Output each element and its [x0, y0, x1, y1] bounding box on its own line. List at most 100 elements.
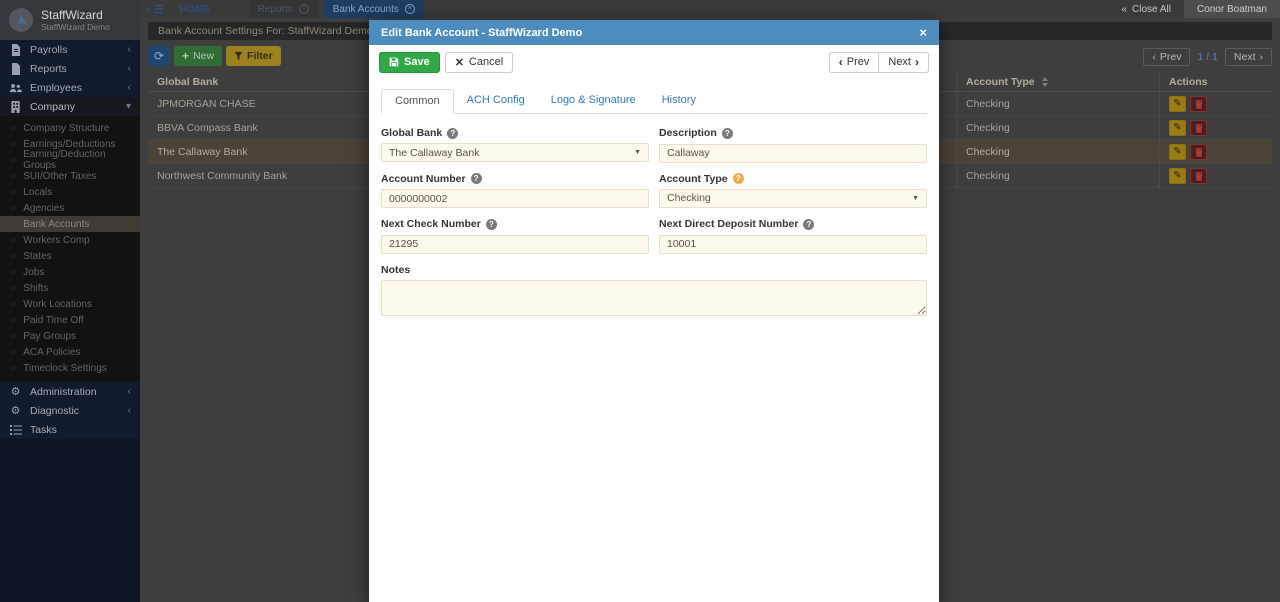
field-label: Account Type	[659, 172, 728, 185]
tab-logo-signature[interactable]: Logo & Signature	[538, 89, 649, 114]
trash-icon	[1195, 147, 1202, 157]
modal-close-icon[interactable]: ×	[919, 25, 927, 40]
close-all-button[interactable]: « Close All	[1108, 4, 1183, 15]
account-number-input[interactable]	[381, 189, 649, 208]
tab-ach-config[interactable]: ACH Config	[454, 89, 538, 114]
modal-next-button[interactable]: Next ›	[878, 51, 929, 73]
field-label: Account Number	[381, 172, 466, 185]
help-icon[interactable]	[470, 173, 482, 184]
sidebar-collapse-button[interactable]: ‹ ☰	[140, 3, 172, 16]
refresh-button[interactable]: ⟳	[148, 46, 170, 66]
x-icon: ✕	[454, 56, 464, 69]
task-list-icon	[9, 424, 22, 435]
sidebar-item-tasks[interactable]: Tasks	[0, 420, 140, 439]
chevron-left-icon: ‹	[127, 385, 131, 397]
filter-button[interactable]: Filter	[226, 46, 281, 66]
chevron-left-icon: ‹	[127, 62, 131, 74]
caret-down-icon: ▼	[912, 194, 919, 202]
delete-row-button[interactable]	[1190, 119, 1207, 136]
sidebar-item-payrolls[interactable]: Payrolls ‹	[0, 40, 140, 59]
circle-bullet-icon: ○	[11, 172, 16, 180]
user-menu-button[interactable]: Conor Boatman	[1183, 0, 1280, 18]
file-icon	[9, 62, 22, 75]
sidebar-subitem-locals[interactable]: ○ Locals	[0, 184, 140, 200]
plus-icon: +	[182, 49, 190, 63]
sidebar-item-employees[interactable]: Employees ‹	[0, 78, 140, 97]
edit-row-button[interactable]: ✎	[1169, 95, 1186, 112]
field-account-number: Account Number	[381, 172, 649, 208]
page-indicator: 1 / 1	[1197, 51, 1218, 63]
sidebar-subitem-bank-accounts[interactable]: ○ Bank Accounts	[0, 216, 140, 232]
cancel-button[interactable]: ✕ Cancel	[444, 51, 514, 73]
prev-page-button[interactable]: ‹ Prev	[1143, 48, 1191, 66]
chevron-left-icon: ‹	[1152, 51, 1156, 63]
sidebar-subitem-pay-groups[interactable]: ○ Pay Groups	[0, 328, 140, 344]
caret-down-icon: ▼	[634, 149, 641, 156]
circle-bullet-icon: ○	[11, 300, 16, 308]
sidebar-item-company[interactable]: Company ▾	[0, 97, 140, 116]
tab-close-icon[interactable]: ×	[404, 4, 415, 14]
circle-bullet-icon: ○	[11, 284, 16, 292]
tab-bank-accounts[interactable]: Bank Accounts ×	[323, 0, 424, 18]
edit-row-button[interactable]: ✎	[1169, 167, 1186, 184]
next-direct-deposit-number-input[interactable]	[659, 234, 927, 254]
help-icon[interactable]	[721, 127, 733, 139]
notes-textarea[interactable]	[381, 279, 927, 316]
edit-row-button[interactable]: ✎	[1169, 143, 1186, 160]
sidebar-subitem-earning-deduction-groups[interactable]: ○ Earning/Deduction Groups	[0, 149, 140, 171]
account-type-select[interactable]: Checking ▼	[659, 188, 927, 208]
delete-row-button[interactable]	[1190, 143, 1207, 160]
sidebar-subitem-aca-policies[interactable]: ○ ACA Policies	[0, 344, 140, 360]
help-icon-orange[interactable]	[732, 173, 744, 184]
circle-bullet-icon: ○	[11, 156, 16, 164]
help-icon[interactable]	[447, 127, 459, 139]
tab-common[interactable]: Common	[381, 89, 454, 114]
new-button[interactable]: + New	[174, 46, 223, 66]
circle-bullet-icon: ○	[11, 236, 16, 244]
next-check-number-input[interactable]	[381, 234, 649, 254]
tab-history[interactable]: History	[649, 89, 709, 114]
field-next-direct-deposit-number: Next Direct Deposit Number	[659, 218, 927, 254]
sidebar-subitem-timeclock-settings[interactable]: ○ Timeclock Settings	[0, 360, 140, 376]
sidebar-item-administration[interactable]: ⚙ Administration ‹	[0, 382, 140, 401]
edit-row-button[interactable]: ✎	[1169, 119, 1186, 136]
sidebar-subitem-workers-comp[interactable]: ○ Workers Comp	[0, 232, 140, 248]
field-label: Global Bank	[381, 127, 443, 139]
delete-row-button[interactable]	[1190, 95, 1207, 112]
sidebar-subitem-paid-time-off[interactable]: ○ Paid Time Off	[0, 312, 140, 328]
chevron-left-icon: ‹	[127, 43, 131, 55]
app-name: StaffWizard	[41, 7, 103, 22]
chevron-right-icon: ›	[1259, 51, 1264, 63]
sidebar-subitem-states[interactable]: ○ States	[0, 248, 140, 264]
sidebar-subitem-jobs[interactable]: ○ Jobs	[0, 264, 140, 280]
save-floppy-icon	[389, 57, 399, 67]
help-icon[interactable]	[803, 218, 815, 230]
users-icon	[9, 83, 22, 93]
column-header-account-type[interactable]: Account Type	[956, 72, 1159, 91]
description-input[interactable]	[659, 143, 927, 163]
field-label: Next Direct Deposit Number	[659, 218, 799, 230]
delete-row-button[interactable]	[1190, 167, 1207, 184]
sidebar-subitem-shifts[interactable]: ○ Shifts	[0, 280, 140, 296]
sidebar-subitem-agencies[interactable]: ○ Agencies	[0, 200, 140, 216]
sidebar-subitem-work-locations[interactable]: ○ Work Locations	[0, 296, 140, 312]
sidebar-item-reports[interactable]: Reports ‹	[0, 59, 140, 78]
sidebar-subitem-company-structure[interactable]: ○ Company Structure	[0, 120, 140, 136]
chevron-down-icon: ▾	[125, 100, 131, 112]
trash-icon	[1195, 123, 1202, 133]
tab-close-icon[interactable]: ×	[298, 4, 309, 14]
global-bank-select[interactable]: The Callaway Bank ▼	[381, 143, 649, 162]
trash-icon	[1195, 171, 1202, 181]
tab-reports[interactable]: Reports ×	[248, 0, 318, 18]
circle-bullet-icon: ○	[11, 204, 16, 212]
modal-prev-button[interactable]: ‹ Prev	[828, 51, 879, 73]
save-button[interactable]: Save	[379, 51, 440, 73]
circle-bullet-icon: ○	[11, 140, 16, 148]
next-page-button[interactable]: Next ›	[1224, 48, 1272, 66]
sidebar-item-diagnostic[interactable]: ⚙ Diagnostic ‹	[0, 401, 140, 420]
sidebar-item-label: Company	[30, 100, 75, 113]
help-icon[interactable]	[485, 218, 497, 230]
field-label: Next Check Number	[381, 218, 481, 230]
circle-bullet-icon: ○	[11, 348, 16, 356]
home-link[interactable]: HOME	[180, 4, 211, 15]
